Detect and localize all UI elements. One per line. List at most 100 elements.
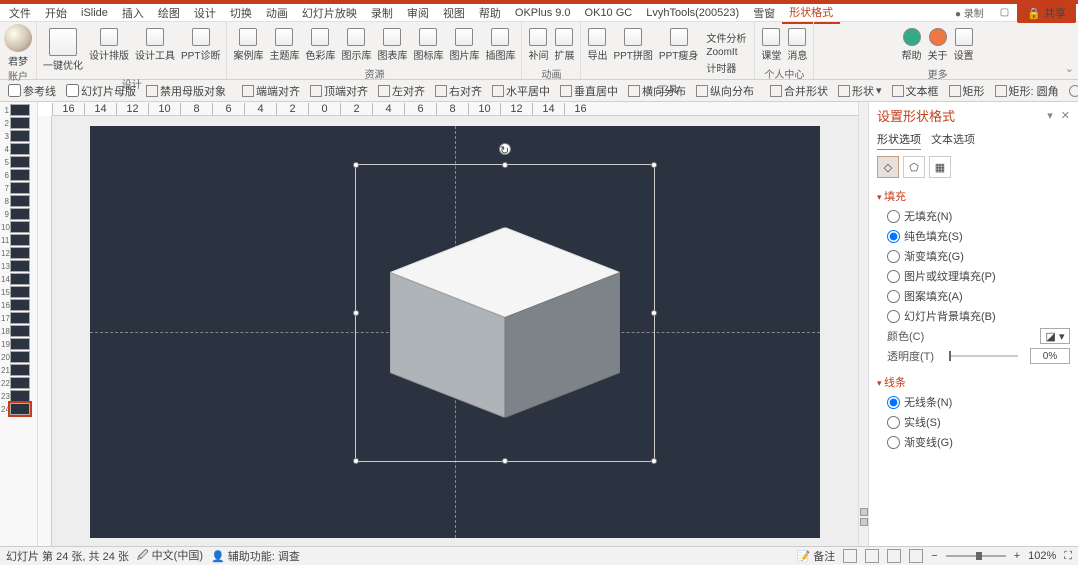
align-hc[interactable]: 水平居中 [488,81,554,101]
thumb-16[interactable]: 16 [1,299,36,311]
trans-slider[interactable] [949,355,1018,357]
size-icon[interactable]: ▦ [929,156,951,178]
disable-master[interactable]: 禁用母版对象 [142,81,230,101]
slide[interactable]: ↻ [90,126,820,538]
handle-tr[interactable] [651,162,657,168]
thumb-23[interactable]: 23 [1,390,36,402]
zoom-slider[interactable] [946,555,1006,557]
dist-v[interactable]: 纵向分布 [692,81,758,101]
line-solid[interactable]: 实线(S) [877,412,1070,432]
thumb-12[interactable]: 12 [1,247,36,259]
tween-btn[interactable]: 补间 [528,28,548,62]
menu-view[interactable]: 视图 [436,3,472,23]
align-dist[interactable]: 端端对齐 [238,81,304,101]
align-right[interactable]: 右对齐 [431,81,486,101]
thumb-17[interactable]: 17 [1,312,36,324]
fill-line-icon[interactable]: ◇ [877,156,899,178]
menu-home[interactable]: 开始 [38,3,74,23]
thumb-6[interactable]: 6 [1,169,36,181]
thumbnails[interactable]: 123456789101112131415161718192021222324 [0,102,38,546]
about-btn[interactable]: 关于 [928,28,948,62]
thumb-1[interactable]: 1 [1,104,36,116]
menu-design[interactable]: 设计 [187,3,223,23]
menu-anim[interactable]: 动画 [259,3,295,23]
color-picker[interactable]: ◪ ▾ [1040,328,1070,344]
dist-h[interactable]: 横向分布 [624,81,690,101]
menu-file[interactable]: 文件 [2,3,38,23]
class-btn[interactable]: 课堂 [761,28,781,62]
thumb-11[interactable]: 11 [1,234,36,246]
effects-icon[interactable]: ⬠ [903,156,925,178]
ext-btn[interactable]: 扩展 [554,28,574,62]
thumb-9[interactable]: 9 [1,208,36,220]
illust-btn[interactable]: 插图库 [485,28,515,62]
handle-tm[interactable] [502,162,508,168]
diag-btn[interactable]: PPT诊断 [181,28,220,72]
fill-pattern[interactable]: 图案填充(A) [877,286,1070,306]
trans-spin[interactable] [1030,348,1070,364]
view-normal-icon[interactable] [843,549,857,563]
fill-gradient[interactable]: 渐变填充(G) [877,246,1070,266]
theme-btn[interactable]: 主题库 [269,28,299,62]
view-sorter-icon[interactable] [865,549,879,563]
scrollbar-v[interactable] [858,102,868,546]
thumb-15[interactable]: 15 [1,286,36,298]
line-gradient[interactable]: 渐变线(G) [877,432,1070,452]
align-vc[interactable]: 垂直居中 [556,81,622,101]
help-btn[interactable]: 帮助 [902,28,922,62]
ribbon-collapse[interactable]: ⌄ [1061,58,1078,79]
zoom-value[interactable]: 102% [1028,550,1056,562]
menu-okplus[interactable]: OKPlus 9.0 [508,5,578,21]
cube-shape[interactable] [390,228,620,418]
thumb-2[interactable]: 2 [1,117,36,129]
panel-menu-icon[interactable]: ▾ [1047,109,1053,122]
thumb-24[interactable]: 24 [1,403,36,415]
fill-none[interactable]: 无填充(N) [877,206,1070,226]
line-none[interactable]: 无线条(N) [877,392,1070,412]
dtool-btn[interactable]: 设计工具 [135,28,175,72]
fill-solid[interactable]: 纯色填充(S) [877,226,1070,246]
export-btn[interactable]: 导出 [587,28,607,77]
handle-ml[interactable] [353,310,359,316]
zoom-out[interactable]: − [931,550,937,562]
zoomit-btn[interactable]: ZoomIt [706,47,746,58]
thumb-13[interactable]: 13 [1,260,36,272]
menu-slideshow[interactable]: 幻灯片放映 [295,3,364,23]
fill-picture[interactable]: 图片或纹理填充(P) [877,266,1070,286]
thumb-22[interactable]: 22 [1,377,36,389]
msg-btn[interactable]: 消息 [787,28,807,62]
fill-slidebg[interactable]: 幻灯片背景填充(B) [877,306,1070,326]
menu-ok10[interactable]: OK10 GC [578,5,640,21]
menu-insert[interactable]: 插入 [115,3,151,23]
diagram-btn[interactable]: 图示库 [341,28,371,62]
fill-section[interactable]: 填充 [877,186,1070,206]
menu-draw[interactable]: 绘图 [151,3,187,23]
thumb-7[interactable]: 7 [1,182,36,194]
color-btn[interactable]: 色彩库 [305,28,335,62]
zoom-in[interactable]: + [1014,550,1020,562]
align-top[interactable]: 顶端对齐 [306,81,372,101]
opt-btn[interactable]: 一键优化 [43,28,83,72]
share-btn[interactable]: 🔒 共享 [1017,3,1076,23]
slide-area[interactable]: ↻ [52,116,858,546]
fit-icon[interactable]: ⛶ [1064,550,1072,563]
master-chk[interactable]: 幻灯片母版 [62,81,140,101]
pic-btn[interactable]: 图片库 [449,28,479,62]
handle-bm[interactable] [502,458,508,464]
handle-mr[interactable] [651,310,657,316]
thumb-18[interactable]: 18 [1,325,36,337]
acc-btn[interactable]: 👤 辅助功能: 调查 [211,548,300,564]
record-btn[interactable]: ● 录制 [947,3,992,22]
menu-islide[interactable]: iSlide [74,5,115,21]
selection-box[interactable]: ↻ [355,164,655,462]
layout-btn[interactable]: 设计排版 [89,28,129,72]
case-btn[interactable]: 案例库 [233,28,263,62]
view-reading-icon[interactable] [887,549,901,563]
menu-transition[interactable]: 切换 [223,3,259,23]
thumb-3[interactable]: 3 [1,130,36,142]
thumb-10[interactable]: 10 [1,221,36,233]
handle-tl[interactable] [353,162,359,168]
lang-btn[interactable]: 🖉 中文(中国) [137,547,203,566]
tab-shape-options[interactable]: 形状选项 [877,131,921,150]
menu-xue[interactable]: 雪窗 [746,3,782,23]
